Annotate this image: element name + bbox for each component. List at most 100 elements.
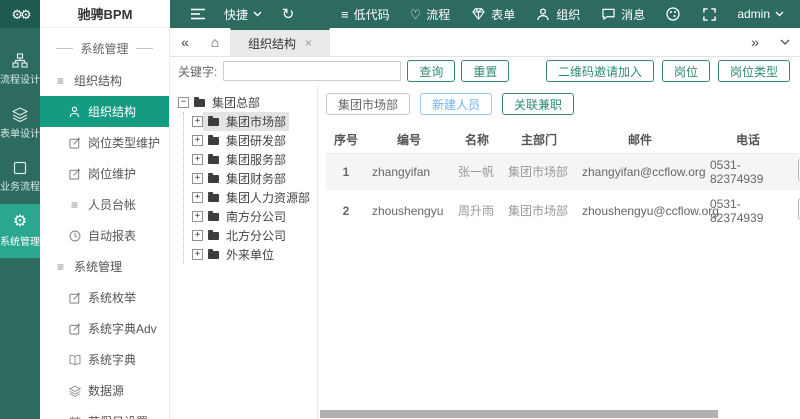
menu-flow[interactable]: ♡ 流程 [410,6,451,23]
user-icon [535,6,551,22]
rail-item-system-admin[interactable]: ⚙ 系统管理 [0,204,40,258]
expand-expander-icon[interactable]: + [192,192,203,203]
tree-node-service-dept[interactable]: + 集团服务部 [192,150,315,169]
expand-expander-icon[interactable]: + [192,230,203,241]
sidebar-section-org[interactable]: ≡ 组织结构 [40,65,169,96]
sidebar-item-holiday-settings[interactable]: 节假日设置 [40,406,169,419]
col-header-mail: 邮件 [576,126,704,154]
layers-icon [68,384,81,397]
search-toolbar: 关键字: 查询 重置 二维码邀请加入 岗位 岗位类型 [170,57,800,85]
sidebar-section-system[interactable]: ≡ 系统管理 [40,251,169,282]
home-icon[interactable]: ⌂ [200,28,230,56]
message-icon [600,6,616,22]
expand-expander-icon[interactable]: + [192,211,203,222]
tree-node-external-unit[interactable]: + 外来单位 [192,245,315,264]
search-button[interactable]: 查询 [407,60,456,82]
person-table: 序号 编号 名称 主部门 邮件 电话 1 zhangyifan 张一帆 集团市场… [326,126,800,229]
folder-icon [208,172,219,183]
new-person-button[interactable]: 新建人员 [420,93,493,115]
folder-icon [194,96,205,107]
content-area: − 集团总部 + 集团市场部 + 集团研发部 + 集团服务部 + 集团财务部 +… [170,85,800,419]
edit-icon [68,167,81,180]
col-header-sn: 序号 [326,126,366,154]
qr-invite-button[interactable]: 二维码邀请加入 [545,60,654,82]
sidebar-item-post-maintain[interactable]: 岗位维护 [40,158,169,189]
tree-node-hr-dept[interactable]: + 集团人力资源部 [192,188,315,207]
sidebar-item-post-type[interactable]: 岗位类型维护 [40,127,169,158]
menu-message[interactable]: 消息 [600,6,645,23]
menu-form[interactable]: 表单 [470,6,515,23]
post-type-button[interactable]: 岗位类型 [717,60,790,82]
rail-item-form-design[interactable]: 表单设计 [0,96,40,150]
tree-node-south-branch[interactable]: + 南方分公司 [192,207,315,226]
tree-node-root[interactable]: − 集团总部 [178,93,315,112]
sidebar-item-auto-report[interactable]: 自动报表 [40,220,169,251]
chevron-down-icon [775,11,784,17]
expand-expander-icon[interactable]: + [192,135,203,146]
rail-item-flow-design[interactable]: 流程设计 [0,42,40,96]
keyword-input[interactable] [223,61,402,81]
collapse-menu-icon[interactable] [190,6,206,22]
folder-icon [208,191,219,202]
folder-icon [208,134,219,145]
person-table-panel: 集团市场部 新建人员 关联兼职 序号 编号 名称 主部门 邮件 电话 1 zha… [318,85,800,419]
link-parttime-button[interactable]: 关联兼职 [502,93,575,115]
expand-expander-icon[interactable]: + [192,116,203,127]
app-title: 驰骋BPM [40,0,170,28]
table-row[interactable]: 2 zhoushengyu 周升雨 集团市场部 zhoushengyu@ccfl… [326,191,800,229]
collapse-expander-icon[interactable]: − [178,97,189,108]
table-header-row: 序号 编号 名称 主部门 邮件 电话 [326,126,800,154]
theme-palette-icon[interactable] [665,6,681,22]
sidebar-item-system-enum[interactable]: 系统枚举 [40,282,169,313]
menu-org[interactable]: 组织 [535,6,580,23]
folder-icon [208,153,219,164]
expand-expander-icon[interactable]: + [192,249,203,260]
expand-expander-icon[interactable]: + [192,173,203,184]
lowcode-icon: ≡ [340,6,349,22]
horizontal-scrollbar[interactable] [320,410,718,418]
tabs-collapse-icon[interactable]: « [170,28,200,56]
app-window: ⚙⚙ 驰骋BPM 快捷 ↻ ≡ 低代码 ♡ 流程 表单 组织 消息 admin … [0,0,800,419]
refresh-icon[interactable]: ↻ [280,6,296,22]
col-header-tel: 电话 [704,126,792,154]
sidebar-item-system-dict[interactable]: 系统字典 [40,344,169,375]
current-dept-button[interactable]: 集团市场部 [326,93,411,115]
gem-icon [470,6,486,22]
tab-org-structure[interactable]: 组织结构 × [230,28,330,56]
folder-icon [208,248,219,259]
header-menu-bar: 快捷 ↻ ≡ 低代码 ♡ 流程 表单 组织 消息 admin [170,0,800,28]
sidebar-item-datasource[interactable]: 数据源 [40,375,169,406]
keyword-label: 关键字: [178,64,218,79]
tab-bar: « ⌂ 组织结构 × » [170,28,800,57]
list-icon: ≡ [56,73,64,88]
user-icon [68,105,81,118]
col-header-dept: 主部门 [502,126,576,154]
sidebar-item-system-dict-adv[interactable]: 系统字典Adv [40,313,169,344]
table-row[interactable]: 1 zhangyifan 张一帆 集团市场部 zhangyifan@ccflow… [326,153,800,192]
user-menu[interactable]: admin [737,7,784,21]
folder-icon [208,229,219,240]
tree-node-market-dept[interactable]: + 集团市场部 [192,112,315,131]
fullscreen-icon[interactable] [701,6,717,22]
sidebar-item-org-structure[interactable]: 组织结构 [40,96,169,127]
gear-icon: ⚙ [12,213,28,230]
col-header-op [792,126,800,154]
close-tab-icon[interactable]: × [305,36,312,50]
username: admin [737,7,770,21]
tabs-forward-icon[interactable]: » [740,28,770,56]
sitemap-icon [12,52,28,68]
tree-node-finance-dept[interactable]: + 集团财务部 [192,169,315,188]
app-logo[interactable]: ⚙⚙ [0,0,40,28]
tree-node-rd-dept[interactable]: + 集团研发部 [192,131,315,150]
reset-button[interactable]: 重置 [461,60,510,82]
menu-lowcode[interactable]: ≡ 低代码 [341,6,390,23]
org-tree: − 集团总部 + 集团市场部 + 集团研发部 + 集团服务部 + 集团财务部 +… [170,85,318,419]
rail-item-business-process[interactable]: 业务流程 [0,150,40,204]
tree-node-north-branch[interactable]: + 北方分公司 [192,226,315,245]
tabs-dropdown-icon[interactable] [770,28,800,56]
expand-expander-icon[interactable]: + [192,154,203,165]
quick-menu[interactable]: 快捷 [224,6,262,23]
folder-icon [208,115,219,126]
post-button[interactable]: 岗位 [661,60,710,82]
sidebar-item-person-ledger[interactable]: ≡ 人员台帐 [40,189,169,220]
